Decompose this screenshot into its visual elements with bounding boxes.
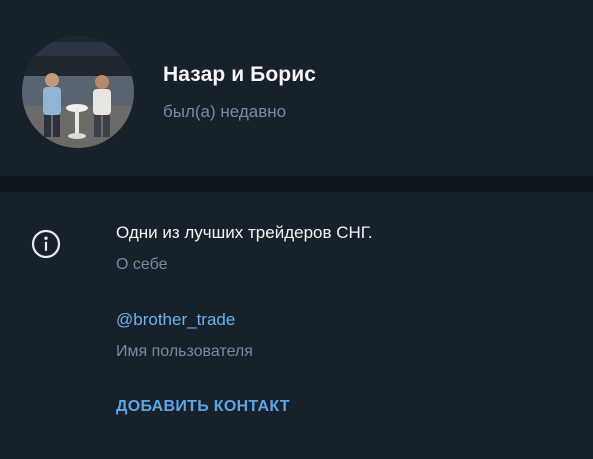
section-divider [0, 176, 593, 192]
profile-header: Назар и Борис был(а) недавно [0, 0, 593, 176]
bio-text: Одни из лучших трейдеров СНГ. [116, 223, 373, 242]
info-icon [31, 229, 61, 259]
avatar-photo [22, 36, 134, 148]
last-seen-status: был(а) недавно [163, 102, 287, 121]
username-link[interactable]: @brother_trade [116, 310, 235, 330]
profile-panel: Назар и Борис был(а) недавно Одни из луч… [0, 0, 593, 459]
bio-label: О себе [116, 256, 168, 273]
add-contact-button[interactable]: ДОБАВИТЬ КОНТАКТ [116, 398, 290, 416]
avatar[interactable] [22, 36, 134, 148]
info-section: Одни из лучших трейдеров СНГ. О себе @br… [0, 192, 593, 459]
profile-name: Назар и Борис [163, 63, 316, 86]
username-label: Имя пользователя [116, 343, 253, 360]
